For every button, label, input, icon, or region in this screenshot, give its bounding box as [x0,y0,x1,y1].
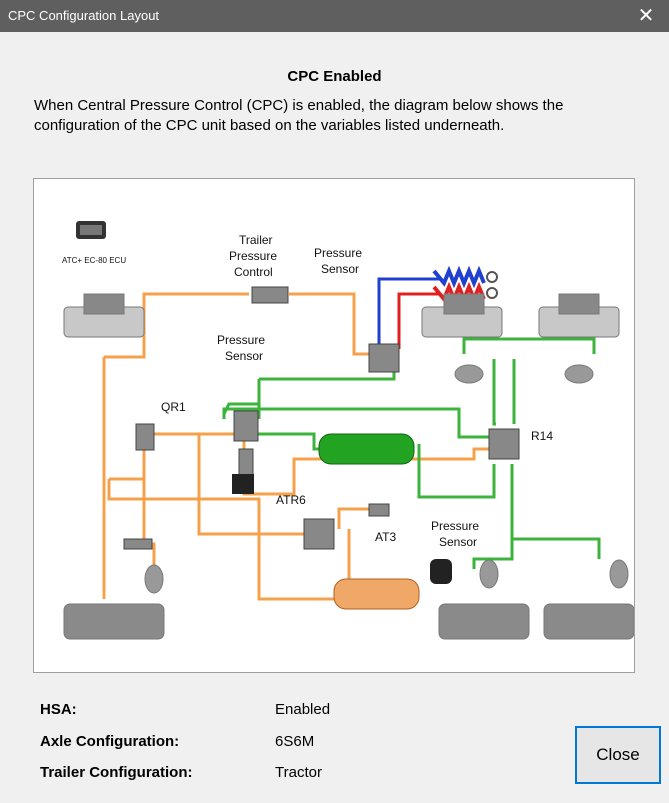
dialog-window: CPC Configuration Layout ✕ CPC Enabled W… [0,0,669,803]
description-text: When Central Pressure Control (CPC) is e… [34,97,564,134]
pressure-sensor-bottom-label-2: Sensor [439,535,477,549]
ecu-icon [76,221,106,239]
axle-config-value: 6S6M [275,733,315,750]
pressure-sensor-mid-label-1: Pressure [217,333,265,347]
section-heading: CPC Enabled [287,68,382,85]
hsa-value: Enabled [275,701,331,718]
r14-label: R14 [531,429,553,443]
trailer-config-value: Tractor [275,764,322,781]
title-bar: CPC Configuration Layout ✕ [0,0,669,32]
axle-config-label: Axle Configuration: [40,733,180,750]
at3-label: AT3 [375,530,396,544]
trailer-config-label: Trailer Configuration: [40,764,193,781]
atr6-label: ATR6 [276,493,306,507]
tpc-label-1: Trailer [239,233,273,247]
close-button[interactable]: Close [575,726,661,784]
brake-pedal-icon [232,474,254,494]
ecu-label: ATC+ EC-80 ECU [62,256,126,265]
pressure-sensor-mid-label-2: Sensor [225,349,263,363]
orange-air-lines [102,292,489,601]
tpc-label-3: Control [234,265,273,279]
pressure-sensor-top-label-2: Sensor [321,262,359,276]
tpc-label-2: Pressure [229,249,277,263]
pressure-sensor-icon [430,559,452,584]
pressure-sensor-top-label-1: Pressure [314,246,362,260]
cpc-diagram-svg: ATC+ EC-80 ECU Trailer Pressure Control … [62,221,634,640]
cpc-diagram: ATC+ EC-80 ECU Trailer Pressure Control … [33,178,635,673]
window-title: CPC Configuration Layout [8,8,160,23]
hsa-label: HSA: [40,701,77,718]
qr1-label: QR1 [161,400,186,414]
pressure-sensor-bottom-label-1: Pressure [431,519,479,533]
close-icon[interactable]: ✕ [623,0,669,32]
